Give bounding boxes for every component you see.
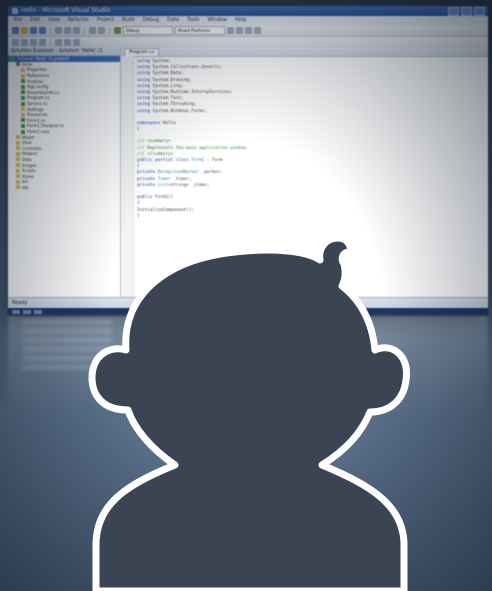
user-avatar-icon	[88, 234, 411, 591]
avatar-silhouette	[88, 234, 411, 591]
